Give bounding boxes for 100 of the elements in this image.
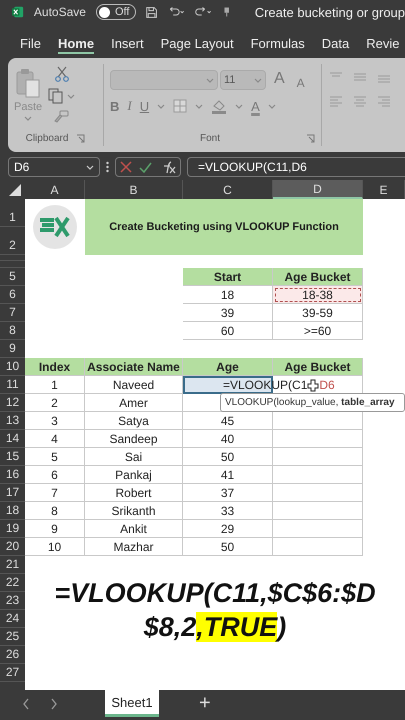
row-number[interactable]: 16 (0, 466, 25, 484)
add-sheet-button[interactable]: + (199, 692, 211, 715)
table-cell: 8 (25, 502, 85, 520)
table-cell: Sai (85, 448, 183, 466)
row-number[interactable]: 14 (0, 430, 25, 448)
table-cell: 40 (183, 430, 273, 448)
row-number[interactable]: 27 (0, 664, 25, 682)
row-number[interactable]: 1 (0, 199, 25, 227)
table-cell: 10 (25, 538, 85, 556)
column-header[interactable]: D (273, 180, 363, 199)
table-cell: 37 (183, 484, 273, 502)
ribbon-tab[interactable]: Insert (111, 36, 144, 54)
brush-icon[interactable] (54, 110, 70, 124)
caret-icon[interactable] (86, 164, 94, 170)
row-number[interactable]: 24 (0, 610, 25, 628)
row-number[interactable]: 23 (0, 592, 25, 610)
font-name-dropdown[interactable] (110, 70, 218, 90)
row-number[interactable]: 17 (0, 484, 25, 502)
table-cell: Ankit (85, 520, 183, 538)
table-cell: Satya (85, 412, 183, 430)
ribbon-tab[interactable]: File (20, 36, 41, 54)
ribbon-tab[interactable]: Formulas (250, 36, 305, 54)
row-number[interactable]: 19 (0, 520, 25, 538)
column-heading: Age Bucket (273, 358, 363, 376)
row-number[interactable]: 18 (0, 502, 25, 520)
table-cell: 50 (183, 538, 273, 556)
row-number[interactable]: 22 (0, 574, 25, 592)
column-heading: Index (25, 358, 85, 376)
table-cell: 5 (25, 448, 85, 466)
table-cell: 50 (183, 448, 273, 466)
row-number[interactable]: 15 (0, 448, 25, 466)
table-cell: 6 (25, 466, 85, 484)
excel-icon (12, 4, 24, 20)
table-cell: Mazhar (85, 538, 183, 556)
group-label: Font (200, 132, 220, 144)
move-cursor-icon (307, 378, 320, 392)
row-number[interactable]: 21 (0, 556, 25, 574)
row-header[interactable] (0, 255, 25, 261)
table-cell: Robert (85, 484, 183, 502)
scissors-icon[interactable] (54, 66, 69, 82)
sheet-tab[interactable]: Sheet1 (105, 690, 159, 717)
row-number[interactable]: 25 (0, 628, 25, 646)
table-cell: 39 (183, 304, 273, 322)
font-size-dropdown[interactable]: 11 (220, 70, 266, 90)
table-cell: Srikanth (85, 502, 183, 520)
logo-icon (32, 204, 78, 250)
row-number[interactable]: 20 (0, 538, 25, 556)
table-cell: 29 (183, 520, 273, 538)
formula-field[interactable]: =VLOOKUP(C11,D6 (187, 157, 405, 177)
column-heading: Age (183, 358, 273, 376)
dialog-launcher-icon[interactable] (306, 134, 315, 142)
save-icon[interactable] (146, 4, 158, 20)
row-number[interactable]: 12 (0, 394, 25, 412)
row-header[interactable] (0, 261, 25, 268)
pin-icon[interactable] (223, 5, 231, 19)
copy-icon[interactable] (48, 88, 64, 104)
next-sheet-icon[interactable] (50, 698, 58, 710)
row-number[interactable]: 8 (0, 322, 25, 340)
table-cell: 2 (25, 394, 85, 412)
paste-icon[interactable] (15, 68, 42, 98)
row-number[interactable]: 6 (0, 286, 25, 304)
column-heading: Associate Name (85, 358, 183, 376)
table-cell: 39-59 (273, 304, 363, 322)
table-cell: 4 (25, 430, 85, 448)
table-cell: 9 (25, 520, 85, 538)
table-cell: Amer (85, 394, 183, 412)
previous-sheet-icon[interactable] (22, 698, 30, 710)
autosave-toggle[interactable]: Off (96, 4, 136, 20)
row-number[interactable]: 10 (0, 358, 25, 376)
ribbon-tab[interactable]: Revie (366, 36, 400, 54)
title-cell: Create Bucketing using VLOOKUP Function (85, 199, 363, 255)
more-icon[interactable] (106, 161, 109, 173)
ribbon-tab[interactable]: Page Layout (160, 36, 234, 54)
dialog-launcher-icon[interactable] (76, 134, 86, 142)
row-number[interactable]: 5 (0, 268, 25, 286)
row-number[interactable]: 7 (0, 304, 25, 322)
ribbon-tab[interactable]: Data (322, 36, 350, 54)
group-label: Clipboard (26, 132, 68, 144)
borders-icon[interactable] (173, 99, 188, 113)
row-number[interactable]: 11 (0, 376, 25, 394)
table-cell: Sandeep (85, 430, 183, 448)
autosave-label: AutoSave (34, 5, 86, 19)
row-number[interactable]: 13 (0, 412, 25, 430)
table-cell: 41 (183, 466, 273, 484)
ribbon-tab[interactable]: Home (58, 36, 94, 54)
row-number[interactable]: 9 (0, 340, 25, 358)
table-cell: 18-38 (273, 286, 363, 304)
column-heading: Age Bucket (273, 268, 363, 286)
function-tooltip: VLOOKUP(lookup_value, table_array (220, 393, 405, 412)
table-cell: 3 (25, 412, 85, 430)
name-box[interactable]: D6 (8, 157, 100, 177)
table-cell: >=60 (273, 322, 363, 340)
row-number[interactable]: 26 (0, 646, 25, 664)
row-number[interactable]: 2 (0, 227, 25, 255)
table-cell: 33 (183, 502, 273, 520)
cancel-icon[interactable] (120, 161, 132, 173)
table-cell: 60 (183, 322, 273, 340)
cell-reference-text: D6 (319, 378, 335, 392)
fill-color-icon[interactable] (211, 98, 228, 114)
enter-icon[interactable] (139, 162, 152, 172)
